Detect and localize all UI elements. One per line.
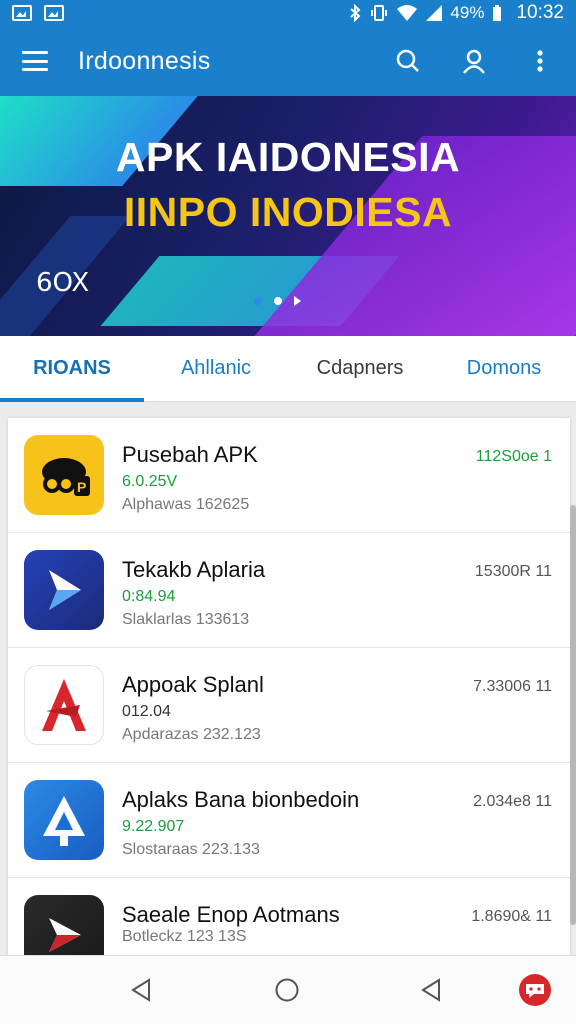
- app-version: 0:84.94: [122, 588, 176, 605]
- app-name: Pusebah APK: [122, 442, 258, 467]
- app-icon-appoak: [24, 665, 104, 745]
- tab-cdapners[interactable]: Cdapners: [288, 336, 432, 401]
- scrollbar[interactable]: [570, 505, 576, 925]
- list-item[interactable]: Saeale Enop Aotmans Botleckz 123 13S 1.8…: [8, 878, 570, 958]
- promo-banner[interactable]: APK IAIDONESIA IINPO INODIESA 6OX: [0, 96, 576, 336]
- menu-icon[interactable]: [22, 51, 48, 71]
- svg-text:P: P: [77, 479, 86, 495]
- app-version: 6.0.25V: [122, 473, 178, 490]
- app-list: P Pusebah APK 6.0.25V Alphawas 162625 11…: [8, 418, 570, 958]
- battery-icon: [493, 5, 502, 21]
- app-name: Aplaks Bana bionbedoin: [122, 787, 360, 812]
- category-tabs: RIOANS Ahllanic Cdapners Domons: [0, 336, 576, 402]
- back-icon[interactable]: [126, 975, 156, 1005]
- list-item[interactable]: Aplaks Bana bionbedoin 9.22.907 Slostara…: [8, 763, 570, 878]
- vibrate-icon: [371, 5, 388, 21]
- app-size: 7.33006 11: [473, 678, 552, 695]
- clock: 10:32: [516, 2, 564, 23]
- battery-percentage: 49%: [450, 3, 485, 22]
- carousel-indicator: [254, 296, 301, 306]
- app-icon-saeale: [24, 895, 104, 958]
- app-meta: Botleckz 123 13S: [122, 928, 247, 945]
- tab-ahllanic[interactable]: Ahllanic: [144, 336, 288, 401]
- carousel-next-icon[interactable]: [294, 296, 301, 306]
- search-icon[interactable]: [394, 47, 422, 75]
- list-item[interactable]: P Pusebah APK 6.0.25V Alphawas 162625 11…: [8, 418, 570, 533]
- banner-title: APK IAIDONESIA: [115, 134, 461, 180]
- bluetooth-icon: [350, 4, 361, 22]
- app-size: 2.034e8 11: [473, 793, 552, 810]
- list-item[interactable]: Appoak Splanl 012.04 Apdarazas 232.123 7…: [8, 648, 570, 763]
- app-bar: Irdoonnesis: [0, 26, 576, 96]
- carousel-dot[interactable]: [254, 297, 262, 305]
- banner-logo: 6OX: [36, 268, 90, 298]
- recents-icon[interactable]: [416, 975, 446, 1005]
- system-nav-bar: [0, 955, 576, 1024]
- wifi-icon: [397, 5, 418, 21]
- status-bar: 49% 10:32: [0, 0, 576, 26]
- signal-icon: [426, 5, 443, 21]
- app-name: Tekakb Aplaria: [122, 557, 266, 582]
- app-name: Saeale Enop Aotmans: [122, 902, 340, 927]
- app-size: 1.8690& 11: [471, 908, 552, 925]
- app-meta: Slaklarlas 133613: [122, 611, 250, 628]
- app-name: Appoak Splanl: [122, 672, 264, 697]
- tab-domons[interactable]: Domons: [432, 336, 576, 401]
- home-icon[interactable]: [272, 975, 302, 1005]
- app-icon-pusebah: P: [24, 435, 104, 515]
- chat-fab-icon[interactable]: [518, 973, 552, 1007]
- app-icon-aplaks: [24, 780, 104, 860]
- banner-subtitle: IINPO INODIESA: [123, 189, 453, 235]
- account-icon[interactable]: [460, 47, 488, 75]
- more-vert-icon[interactable]: [526, 47, 554, 75]
- app-title: Irdoonnesis: [78, 46, 211, 75]
- app-meta: Slostaraas 223.133: [122, 841, 260, 858]
- app-version: 012.04: [122, 703, 171, 720]
- image-icon: [44, 5, 64, 21]
- banner-headline: APK IAIDONESIA IINPO INODIESA: [0, 134, 576, 236]
- app-size: 15300R 11: [474, 563, 552, 580]
- gallery-icon: [12, 5, 32, 21]
- list-item[interactable]: Tekakb Aplaria 0:84.94 Slaklarlas 133613…: [8, 533, 570, 648]
- app-icon-tekakb: [24, 550, 104, 630]
- app-meta: Apdarazas 232.123: [122, 726, 261, 743]
- app-size: 112S0oe 1: [475, 448, 552, 465]
- tab-rioans[interactable]: RIOANS: [0, 336, 144, 402]
- app-meta: Alphawas 162625: [122, 496, 250, 513]
- app-version: 9.22.907: [122, 818, 185, 835]
- carousel-dot[interactable]: [274, 297, 282, 305]
